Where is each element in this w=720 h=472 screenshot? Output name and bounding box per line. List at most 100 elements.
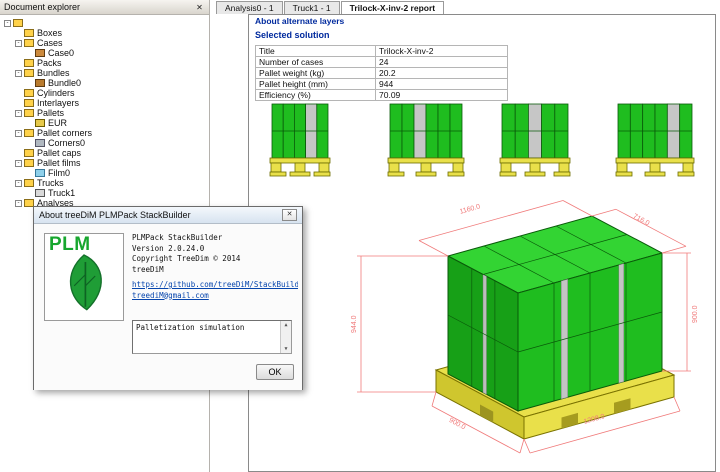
dim-label-pallet-height: 944.0: [351, 315, 358, 333]
bundle-icon: [35, 79, 45, 87]
folder-icon: [24, 89, 34, 97]
folder-icon: [24, 159, 34, 167]
tree-expand-toggle[interactable]: -: [15, 70, 22, 77]
tree-item-label: Pallet caps: [37, 148, 81, 158]
tree-item-label: Truck1: [48, 188, 75, 198]
tree-item-trucks[interactable]: - Trucks: [2, 178, 209, 188]
ok-button[interactable]: OK: [256, 364, 294, 380]
table-cell-label: Pallet height (mm): [256, 79, 376, 90]
tree-item-truck1[interactable]: -Truck1: [2, 188, 209, 198]
tree-item-label: Pallet films: [37, 158, 81, 168]
folder-icon: [24, 99, 34, 107]
tab-trilock-x-inv-2-report[interactable]: Trilock-X-inv-2 report: [341, 1, 445, 14]
tree-item-label: Interlayers: [37, 98, 79, 108]
app-window: Document explorer ✕ --Boxes-Cases-Case0-…: [0, 0, 720, 472]
table-cell-label: Pallet weight (kg): [256, 68, 376, 79]
table-row: Pallet weight (kg)20.2: [256, 68, 508, 79]
scroll-down-icon[interactable]: ▼: [284, 346, 287, 352]
dialog-info-line: Copyright TreeDim © 2014: [132, 254, 298, 265]
folder-icon: [24, 59, 34, 67]
tab-analysis0-1[interactable]: Analysis0 - 1: [216, 1, 283, 14]
tree-expand-toggle[interactable]: -: [15, 130, 22, 137]
table-cell-label: Title: [256, 46, 376, 57]
report-page: About alternate layers Selected solution…: [248, 14, 716, 472]
tree-item-label: Pallet corners: [37, 128, 92, 138]
folder-icon: [13, 19, 23, 27]
table-row: TitleTrilock-X-inv-2: [256, 46, 508, 57]
folder-icon: [24, 149, 34, 157]
folder-icon: [24, 179, 34, 187]
tab-truck1-1[interactable]: Truck1 - 1: [284, 1, 340, 14]
table-cell-value: Trilock-X-inv-2: [376, 46, 508, 57]
tree-item-pallet-films[interactable]: - Pallet films: [2, 158, 209, 168]
tree-item-packs[interactable]: -Packs: [2, 58, 209, 68]
email-link[interactable]: treediM@gmail.com: [132, 291, 298, 302]
tree-expand-toggle[interactable]: -: [15, 160, 22, 167]
dialog-info-line: Version 2.0.24.0: [132, 244, 298, 255]
pallet-3d-svg: [319, 191, 716, 465]
dialog-close-button[interactable]: ✕: [282, 209, 297, 221]
leaf-icon: [56, 252, 112, 314]
table-cell-value: 24: [376, 57, 508, 68]
tree-expand-toggle[interactable]: -: [4, 20, 11, 27]
tree-item-cylinders[interactable]: -Cylinders: [2, 88, 209, 98]
pallet-view-4: [615, 99, 695, 189]
table-cell-label: Number of cases: [256, 57, 376, 68]
tree-item-corners0[interactable]: -Corners0: [2, 138, 209, 148]
explorer-close-icon[interactable]: ✕: [194, 3, 205, 12]
dialog-titlebar[interactable]: About treeDiM PLMPack StackBuilder ✕: [34, 207, 302, 224]
tree-item-eur[interactable]: -EUR: [2, 118, 209, 128]
tree-item-root[interactable]: -: [2, 18, 209, 28]
dim-label-right-height: 900.0: [692, 305, 699, 323]
folder-icon: [24, 129, 34, 137]
plm-logo: PLM: [44, 233, 124, 321]
tree-item-case0[interactable]: -Case0: [2, 48, 209, 58]
dialog-body: PLM PLMPack StackBuilderVersion 2.0.24.0…: [34, 224, 302, 390]
tree-item-film0[interactable]: -Film0: [2, 168, 209, 178]
truck-icon: [35, 189, 45, 197]
description-text: Palletization simulation: [136, 323, 244, 332]
table-row: Number of cases24: [256, 57, 508, 68]
solution-table: TitleTrilock-X-inv-2Number of cases24Pal…: [255, 45, 508, 101]
description-box[interactable]: Palletization simulation ▲ ▼: [132, 320, 292, 354]
tree-item-boxes[interactable]: -Boxes: [2, 28, 209, 38]
pallet-view-3: [499, 99, 571, 189]
dialog-info: PLMPack StackBuilderVersion 2.0.24.0Copy…: [132, 233, 298, 301]
pallet-view-1: [269, 99, 331, 189]
explorer-tree: --Boxes-Cases-Case0-Packs-Bundles-Bundle…: [0, 15, 209, 218]
table-cell-value: 20.2: [376, 68, 508, 79]
folder-icon: [24, 69, 34, 77]
tree-item-cases[interactable]: - Cases: [2, 38, 209, 48]
film-icon: [35, 169, 45, 177]
github-link[interactable]: https://github.com/treeDiM/StackBuilder/…: [132, 280, 298, 291]
tree-expand-toggle[interactable]: -: [15, 110, 22, 117]
explorer-header: Document explorer ✕: [0, 0, 209, 15]
tree-item-interlayers[interactable]: -Interlayers: [2, 98, 209, 108]
pallet-3d-view: 1160.0 716.0 944.0 900.0 900.0 1208.0: [319, 191, 716, 465]
case-icon: [35, 49, 45, 57]
pallet-icon: [35, 119, 45, 127]
description-scrollbar[interactable]: ▲ ▼: [280, 321, 291, 353]
tree-item-label: Boxes: [37, 28, 62, 38]
tree-expand-toggle[interactable]: -: [15, 200, 22, 207]
tree-item-label: Case0: [48, 48, 74, 58]
tree-item-label: Trucks: [37, 178, 64, 188]
dialog-info-line: treeDiM: [132, 265, 298, 276]
table-cell-value: 944: [376, 79, 508, 90]
tree-item-pallet-corners[interactable]: - Pallet corners: [2, 128, 209, 138]
tree-item-pallet-caps[interactable]: -Pallet caps: [2, 148, 209, 158]
plm-logo-text: PLM: [45, 234, 123, 254]
tree-item-label: Film0: [48, 168, 70, 178]
tree-item-pallets[interactable]: -Pallets: [2, 108, 209, 118]
tree-item-label: EUR: [48, 118, 67, 128]
dialog-info-line: PLMPack StackBuilder: [132, 233, 298, 244]
tree-item-label: Bundle0: [48, 78, 81, 88]
tree-item-bundles[interactable]: -Bundles: [2, 68, 209, 78]
tree-item-label: Cases: [37, 38, 63, 48]
about-dialog: About treeDiM PLMPack StackBuilder ✕ PLM…: [33, 206, 303, 390]
tree-item-label: Cylinders: [37, 88, 75, 98]
tree-expand-toggle[interactable]: -: [15, 40, 22, 47]
tree-item-bundle0[interactable]: -Bundle0: [2, 78, 209, 88]
scroll-up-icon[interactable]: ▲: [284, 322, 287, 328]
tree-expand-toggle[interactable]: -: [15, 180, 22, 187]
